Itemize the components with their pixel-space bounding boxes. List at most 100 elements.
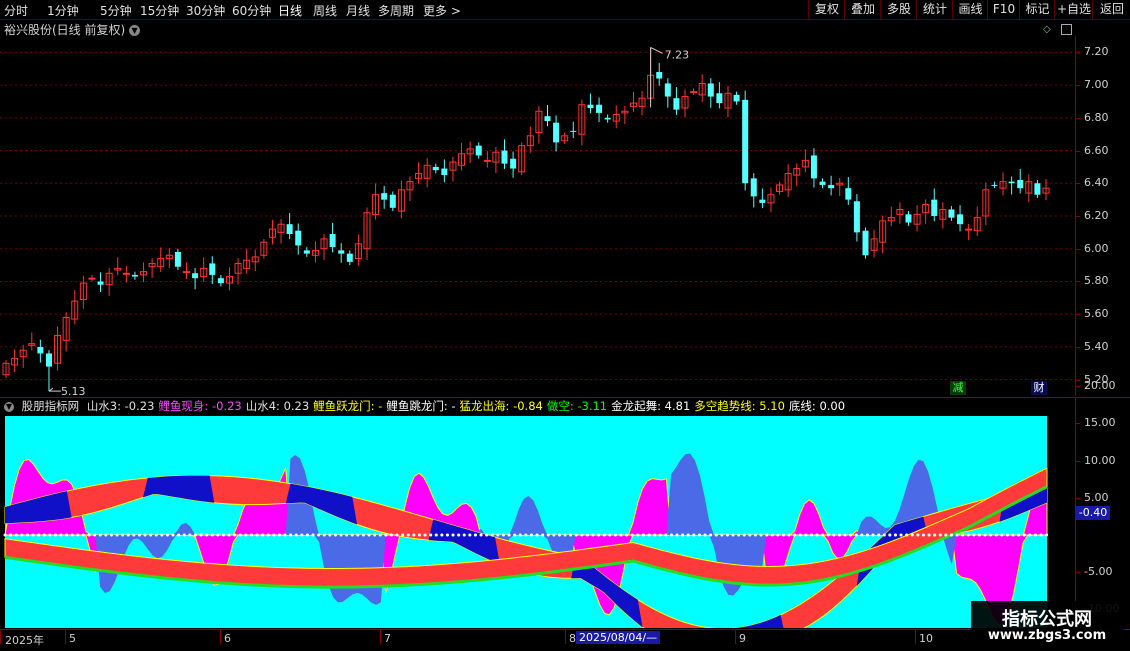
button-draw-line[interactable]: 画线 (952, 0, 988, 19)
candle (268, 219, 276, 245)
candle (561, 132, 569, 144)
panel-toggle-icon[interactable] (1061, 24, 1072, 35)
indicator-tick-1: 15.00 (1084, 416, 1116, 430)
candle (612, 105, 620, 129)
candle-body (656, 72, 663, 79)
button-statistics[interactable]: 统计 (916, 0, 953, 19)
candle (501, 139, 508, 169)
tab-daily[interactable]: 日线 (278, 2, 302, 19)
candle (234, 258, 242, 285)
candlestick-chart[interactable]: 7.23 5.13 (0, 36, 1075, 396)
price-tick-0: 7.20 (1084, 45, 1109, 59)
price-tick-3: 6.60 (1084, 143, 1109, 157)
date-axis: 2025年 5 6 7 8 2025/08/04/— 9 10 (0, 629, 1130, 651)
candle-body (131, 274, 138, 277)
candle-body (441, 168, 448, 176)
x-label-may: 5 (69, 632, 76, 645)
candle (526, 126, 534, 153)
tab-15min[interactable]: 15分钟 (140, 2, 179, 19)
candle (887, 206, 895, 227)
indicator-value-5: 猛龙出海: -0.84 (459, 399, 543, 413)
candle (690, 88, 698, 95)
candle (320, 233, 328, 260)
candle-body (553, 122, 560, 143)
candle (303, 247, 310, 257)
tab-30min[interactable]: 30分钟 (186, 2, 225, 19)
candle (458, 142, 466, 171)
candle-body (828, 184, 835, 189)
candle-body (750, 178, 757, 197)
settings-icon[interactable]: ▼ (4, 401, 14, 412)
cursor-date: 2025/08/04/— (576, 631, 661, 644)
button-f10[interactable]: F10 (987, 0, 1020, 19)
indicator-name: 股朋指标网 (21, 399, 80, 413)
candle (879, 215, 887, 254)
watermark: 指标公式网 www.zbgs3.com (971, 601, 1123, 650)
indicator-header: ▼ 股朋指标网 山水3: -0.23 鲤鱼现身: -0.23 山水4: 0.23 鲤鱼… (0, 397, 1130, 416)
tab-monthly[interactable]: 月线 (346, 2, 370, 19)
candle-body (716, 93, 723, 104)
candle (957, 205, 964, 232)
candle (681, 89, 689, 118)
candle-body (389, 194, 396, 208)
candle-body (1034, 183, 1041, 195)
chevron-down-icon[interactable]: ▼ (129, 25, 141, 36)
candle-body (510, 158, 517, 169)
candle (432, 163, 439, 174)
candle-body (88, 277, 96, 280)
candle (578, 99, 586, 146)
candle-body (742, 99, 749, 184)
indicator-value-3: 鲤鱼跃龙门: - (313, 399, 383, 413)
candle (1034, 180, 1041, 198)
button-mark[interactable]: 标记 (1019, 0, 1055, 19)
tab-weekly[interactable]: 周线 (313, 2, 337, 19)
candle (475, 142, 482, 159)
tab-1min[interactable]: 1分钟 (47, 2, 79, 19)
candle (724, 86, 732, 118)
candle (896, 202, 904, 224)
candles (2, 47, 1050, 392)
indicator-chart[interactable] (0, 416, 1075, 628)
candle (819, 178, 826, 189)
candle (131, 271, 138, 280)
candle-body (604, 117, 611, 120)
candle-body (819, 181, 826, 185)
candle (759, 188, 766, 209)
candle (810, 148, 817, 188)
candle (544, 105, 551, 127)
candle-body (845, 188, 852, 200)
candle (535, 106, 543, 144)
indicator-value-7: 金龙起舞: 4.81 (611, 399, 691, 413)
candle-body (217, 278, 224, 284)
badge-finance[interactable]: 财 (1031, 381, 1047, 395)
tab-5min[interactable]: 5分钟 (100, 2, 132, 19)
diamond-icon[interactable]: ◇ (1043, 24, 1051, 35)
tab-intraday[interactable]: 分时 (4, 2, 28, 19)
badge-reduce[interactable]: 减 (950, 381, 966, 395)
candle-body (853, 201, 860, 233)
candle-body (1008, 181, 1015, 184)
button-restore-rights[interactable]: 复权 (808, 0, 845, 19)
candle (1008, 176, 1015, 195)
tab-60min[interactable]: 60分钟 (232, 2, 271, 19)
candle (991, 181, 998, 189)
candle-body (303, 250, 310, 254)
candle-body (45, 353, 52, 367)
candle (200, 257, 208, 282)
candle (165, 248, 173, 268)
candle-body (733, 94, 740, 102)
indicator-tick-2: 10.00 (1084, 453, 1116, 467)
candle (441, 159, 448, 183)
tab-more[interactable]: 更多 > (423, 2, 461, 19)
candle (629, 91, 637, 112)
candle (354, 234, 362, 266)
button-add-watchlist[interactable]: +自选 (1054, 0, 1093, 19)
low-marker: 5.13 (48, 385, 85, 396)
candle (415, 162, 423, 184)
button-overlay[interactable]: 叠加 (844, 0, 881, 19)
button-back[interactable]: 返回 (1092, 0, 1130, 19)
candle (638, 90, 646, 116)
tab-multi-period[interactable]: 多周期 (378, 2, 414, 19)
button-multi-stock[interactable]: 多股 (880, 0, 917, 19)
candle-body (174, 252, 181, 267)
